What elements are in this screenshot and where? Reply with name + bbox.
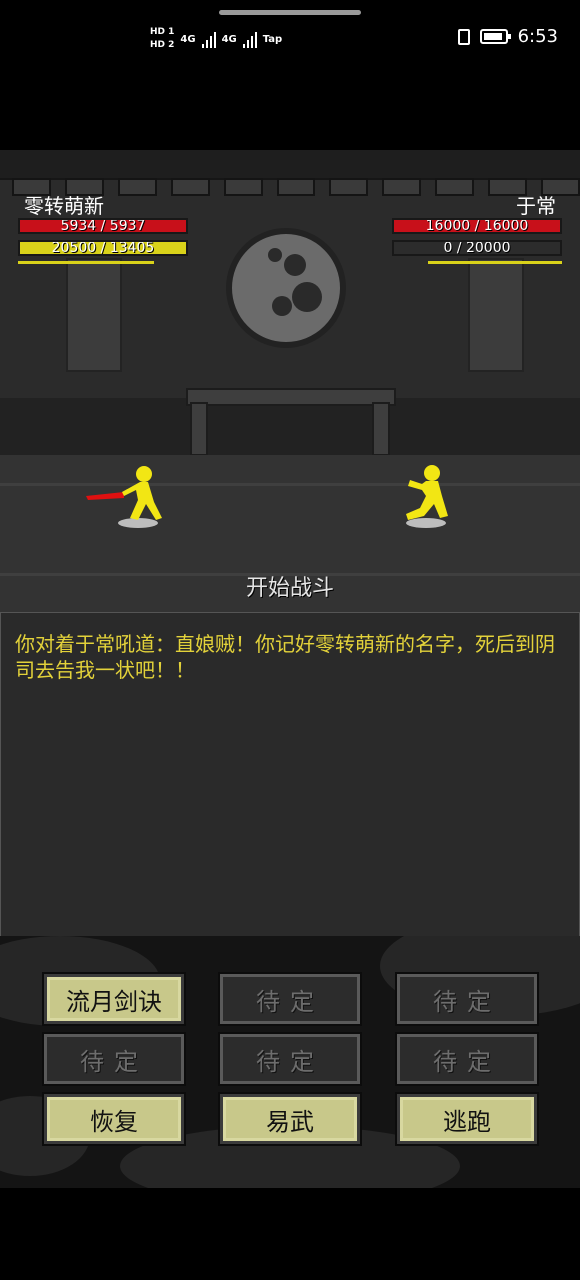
enemy-hp-bar: 16000 / 16000	[392, 218, 562, 234]
skill-button-2[interactable]: 待定	[218, 972, 362, 1026]
wall-scroll-left	[66, 258, 122, 372]
battle-status-text: 开始战斗	[245, 576, 334, 601]
player-fighter	[86, 466, 162, 520]
skill-button-6[interactable]: 待定	[395, 1032, 539, 1086]
battle-log[interactable]: 你对着于常吼道：直娘贼！你记好零转萌新的名字，死后到阴司去告我一状吧！！	[0, 612, 580, 938]
player-name: 零转萌新	[24, 194, 104, 218]
player-hp-text: 5934 / 5937	[60, 218, 146, 234]
skill-button-1[interactable]: 流月剑诀	[42, 972, 186, 1026]
status-right: 6:53	[457, 26, 558, 47]
enemy-underline	[428, 261, 562, 264]
enemy-mp-text: 0 / 20000	[443, 240, 511, 256]
signal-icon	[201, 30, 216, 48]
table-leg	[372, 402, 390, 456]
roof-beam	[0, 150, 580, 180]
bottom-bar	[0, 1188, 580, 1280]
wall-scroll-right	[468, 258, 524, 372]
enemy-mp-bar: 0 / 20000	[392, 240, 562, 256]
skill-button-3[interactable]: 待定	[395, 972, 539, 1026]
network2-label: 4G	[221, 33, 237, 45]
tap-label: Tap	[262, 33, 283, 45]
player-mp-text: 20500 / 13405	[51, 240, 155, 256]
command-panel: 流月剑诀 待定 待定 待定 待定 待定 恢复 易武 逃跑	[0, 936, 580, 1188]
signal-icon-2	[242, 30, 257, 48]
flee-button[interactable]: 逃跑	[395, 1092, 539, 1146]
notch-indicator	[219, 10, 361, 15]
sim-indicators: HD 1 HD 2	[150, 27, 174, 51]
enemy-fighter	[406, 465, 448, 520]
player-underline	[18, 261, 154, 264]
wall-base	[0, 398, 580, 458]
switch-weapon-button[interactable]: 易武	[218, 1092, 362, 1146]
battle-scene: 零转萌新 5934 / 5937 20500 / 13405 于常 16000 …	[0, 150, 580, 612]
table-leg	[190, 402, 208, 456]
player-mp-bar: 20500 / 13405	[18, 240, 188, 256]
player-hp-bar: 5934 / 5937	[18, 218, 188, 234]
vibrate-icon	[457, 28, 470, 45]
recover-button[interactable]: 恢复	[42, 1092, 186, 1146]
enemy-name: 于常	[516, 194, 556, 218]
status-left: HD 1 HD 2 4G 4G Tap	[150, 22, 282, 56]
battery-icon	[479, 29, 511, 44]
clock: 6:53	[517, 26, 558, 47]
network1-label: 4G	[180, 33, 196, 45]
skill-button-4[interactable]: 待定	[42, 1032, 186, 1086]
sim1-label: HD 1	[150, 27, 175, 37]
flower-medallion	[226, 228, 346, 348]
sim2-label: HD 2	[150, 40, 175, 50]
altar-table	[186, 388, 396, 406]
skill-button-5[interactable]: 待定	[218, 1032, 362, 1086]
log-message: 你对着于常吼道：直娘贼！你记好零转萌新的名字，死后到阴司去告我一状吧！！	[15, 632, 555, 682]
status-bar: HD 1 HD 2 4G 4G Tap 6:53	[0, 0, 580, 80]
enemy-hp-text: 16000 / 16000	[425, 218, 529, 234]
